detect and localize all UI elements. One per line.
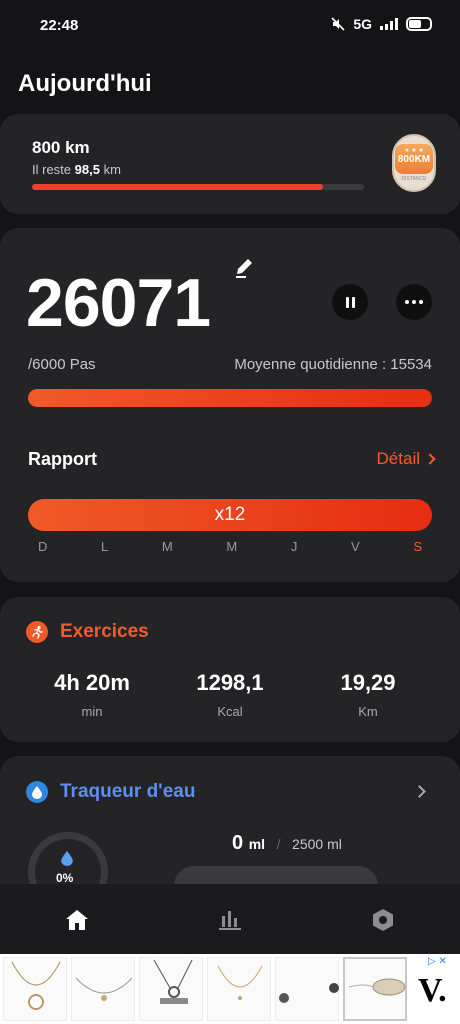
- status-time: 22:48: [40, 17, 79, 34]
- chevron-right-icon[interactable]: [413, 785, 426, 798]
- exercise-stat-calories: 1298,1 Kcal: [165, 670, 295, 719]
- goal-progress-bar: [32, 184, 364, 190]
- badge-stars-icon: ★ ★ ★: [404, 148, 424, 154]
- exercise-card[interactable]: Exercices 4h 20m min 1298,1 Kcal 19,29 K…: [0, 597, 460, 742]
- goal-title: 800 km: [32, 138, 90, 157]
- exercise-stat-duration: 4h 20m min: [27, 670, 157, 719]
- steps-average: Moyenne quotidienne : 15534: [234, 356, 432, 373]
- stats-icon: [219, 911, 241, 930]
- ad-product-image[interactable]: [71, 957, 135, 1021]
- water-tracker-card[interactable]: Traqueur d'eau 0% 0 ml / 2500 ml: [0, 756, 460, 912]
- steps-count: 26071: [26, 265, 211, 341]
- week-day-label: M: [161, 539, 173, 554]
- goal-progress-fill: [32, 184, 324, 190]
- steps-progress-fill: [28, 389, 432, 407]
- pencil-icon: [236, 259, 252, 278]
- status-bar: 22:48 5G: [0, 0, 460, 50]
- water-title: Traqueur d'eau: [60, 781, 196, 802]
- water-current-unit: ml: [248, 836, 266, 852]
- water-current-value: 0: [232, 832, 244, 854]
- chevron-right-icon: [424, 453, 436, 465]
- water-amount: 0 ml / 2500 ml: [232, 832, 342, 855]
- week-day-label: S: [413, 539, 422, 554]
- week-day-label: J: [290, 539, 298, 554]
- home-icon: [66, 910, 88, 930]
- signal-icon: [380, 18, 398, 30]
- goal-remaining-unit: km: [103, 162, 121, 177]
- settings-icon: [373, 909, 393, 931]
- battery-icon: [406, 17, 432, 31]
- stat-value: 19,29: [340, 670, 396, 695]
- ad-product-image[interactable]: [139, 957, 203, 1021]
- pause-button[interactable]: [332, 284, 368, 320]
- nav-stats[interactable]: [216, 906, 244, 934]
- exercise-title: Exercices: [60, 621, 149, 642]
- water-goal: 2500 ml: [292, 836, 342, 852]
- achievement-badge[interactable]: ★ ★ ★ 800KM DISTANCE: [392, 134, 436, 192]
- more-dots-icon: [405, 300, 423, 304]
- badge-sub: DISTANCE: [401, 176, 427, 182]
- report-detail-link[interactable]: Détail: [376, 449, 436, 469]
- mute-icon: [331, 17, 345, 31]
- water-separator: /: [276, 836, 281, 852]
- ad-product-image[interactable]: [207, 957, 271, 1021]
- goal-remaining-value: 98,5: [74, 162, 100, 177]
- stat-unit: Km: [358, 704, 378, 719]
- water-header: Traqueur d'eau: [26, 781, 195, 803]
- nav-home[interactable]: [63, 906, 91, 934]
- week-day-label: V: [351, 539, 360, 554]
- water-level-drop-icon: [61, 851, 73, 866]
- report-title: Rapport: [28, 449, 97, 469]
- page-title: Aujourd'hui: [18, 70, 152, 97]
- stat-unit: min: [81, 704, 103, 719]
- stat-value: 4h 20m: [54, 670, 130, 695]
- status-icons: 5G: [331, 16, 432, 32]
- exercise-stat-distance: 19,29 Km: [303, 670, 433, 719]
- week-day-label: L: [101, 539, 109, 554]
- more-options-button[interactable]: [396, 284, 432, 320]
- water-drop-icon: [26, 781, 48, 803]
- week-multiplier: x12: [214, 504, 246, 525]
- stat-unit: Kcal: [217, 704, 243, 719]
- running-icon: [26, 621, 48, 643]
- ad-choices-icon[interactable]: ▷ ✕: [428, 956, 447, 967]
- stat-value: 1298,1: [196, 670, 264, 695]
- goal-remaining: Il reste 98,5 km: [32, 162, 121, 177]
- ad-banner[interactable]: ▷ ✕ V.: [0, 954, 460, 1024]
- goal-card[interactable]: 800 km Il reste 98,5 km: [0, 114, 460, 214]
- exercise-header: Exercices: [26, 621, 149, 643]
- week-days: DLMMJVS: [28, 539, 432, 554]
- water-percent: 0%: [56, 871, 74, 885]
- steps-card: 26071 /6000 Pas Moyenne quotidienne : 15…: [0, 228, 460, 582]
- ad-product-image[interactable]: [3, 957, 67, 1021]
- ad-brand-logo[interactable]: V.: [418, 972, 447, 1010]
- goal-remaining-prefix: Il reste: [32, 162, 72, 177]
- steps-goal: /6000 Pas: [28, 356, 96, 373]
- week-day-label: M: [226, 539, 238, 554]
- report-detail-label: Détail: [376, 449, 420, 468]
- ad-product-image-selected[interactable]: [343, 957, 407, 1021]
- ad-product-image[interactable]: [275, 957, 339, 1021]
- steps-progress-bar: [28, 389, 432, 407]
- week-streak-bar: x12: [28, 499, 432, 531]
- week-day-label: D: [38, 539, 48, 554]
- nav-settings[interactable]: [369, 906, 397, 934]
- network-label: 5G: [353, 16, 372, 32]
- bottom-navigation: [0, 884, 460, 954]
- edit-steps-button[interactable]: [232, 254, 258, 280]
- pause-icon: [345, 296, 355, 308]
